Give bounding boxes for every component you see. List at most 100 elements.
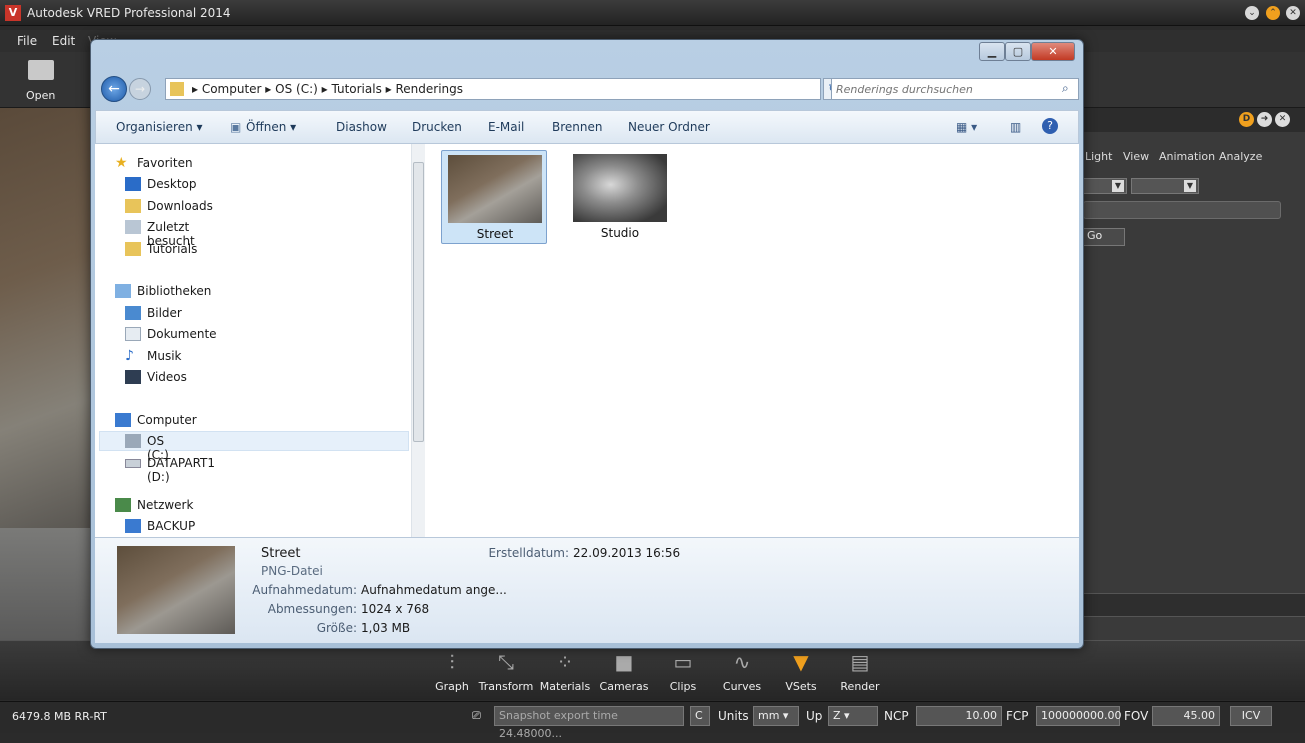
panel-bottom-bar: [1083, 593, 1305, 617]
file-tile-studio[interactable]: Studio: [567, 150, 673, 244]
search-box[interactable]: ⌕: [831, 78, 1079, 100]
taken-value[interactable]: Aufnahmedatum ange...: [361, 583, 507, 597]
open-dropdown-button[interactable]: Öffnen ▾: [246, 120, 296, 134]
size-label: Größe:: [316, 621, 357, 635]
file-list: Street Studio: [425, 144, 1079, 537]
module-clips[interactable]: ▭ Clips: [653, 650, 713, 693]
right-panel: D ➜ ✕ Light View Animation Analyze ▼ ▼ G…: [1082, 108, 1305, 663]
module-curves[interactable]: ∿ Curves: [712, 650, 772, 693]
menu-file[interactable]: File: [17, 34, 37, 48]
memory-readout: 6479.8 MB RR-RT: [12, 710, 107, 723]
preview-thumbnail: [117, 546, 235, 634]
fcp-input[interactable]: 100000000.00: [1036, 706, 1121, 726]
transform-icon: ⤡: [498, 650, 514, 674]
c-button[interactable]: C: [690, 706, 710, 726]
module-graph[interactable]: ⫶ Graph: [422, 650, 482, 693]
vred-logo-icon: V: [5, 5, 21, 21]
drive-icon: [125, 459, 141, 468]
detail-file-name: Street: [261, 546, 301, 561]
view-options-icon[interactable]: ▦ ▾: [956, 120, 977, 134]
close-panel-icon[interactable]: ✕: [1275, 112, 1290, 127]
icv-button[interactable]: ICV: [1230, 706, 1272, 726]
music-icon: ♪: [125, 348, 134, 364]
go-button[interactable]: Go: [1083, 228, 1125, 246]
email-button[interactable]: E-Mail: [488, 120, 524, 134]
units-select[interactable]: mm ▾: [753, 706, 799, 726]
minimize-icon[interactable]: ⌄: [1245, 6, 1259, 20]
nav-selection-highlight: [99, 431, 409, 451]
address-bar[interactable]: ▸ Computer ▸ OS (C:) ▸ Tutorials ▸ Rende…: [165, 78, 821, 100]
folder-icon: [170, 82, 184, 96]
snapshot-status-field: Snapshot export time 24.48000...: [494, 706, 684, 740]
open-tool-button[interactable]: Open: [16, 56, 66, 104]
tab-light[interactable]: Light: [1085, 150, 1112, 163]
panel-header: D ➜ ✕: [1083, 108, 1305, 132]
search-icon[interactable]: ⌕: [1062, 81, 1069, 96]
status-bar: 6479.8 MB RR-RT ⎚ Snapshot export time 2…: [0, 701, 1305, 740]
panel-combo-1[interactable]: ▼: [1083, 178, 1127, 194]
downloads-folder-icon: [125, 199, 141, 213]
burn-button[interactable]: Brennen: [552, 120, 602, 134]
dialog-minimize-button[interactable]: ▁: [979, 42, 1005, 61]
module-cameras[interactable]: ■ Cameras: [594, 650, 654, 693]
tab-animation[interactable]: Animation: [1159, 150, 1215, 163]
recent-places-icon: [125, 220, 141, 234]
app-titlebar: V Autodesk VRED Professional 2014 ⌄ ⌃ ✕: [0, 0, 1305, 26]
vsets-icon: ▼: [793, 650, 809, 674]
detail-file-type: PNG-Datei: [261, 564, 323, 578]
chevron-down-icon: ▼: [1112, 180, 1124, 192]
render-viewport[interactable]: [0, 108, 92, 663]
fov-label: FOV: [1124, 709, 1149, 723]
close-icon[interactable]: ✕: [1286, 6, 1300, 20]
nav-scrollbar[interactable]: [411, 144, 425, 537]
panel-input[interactable]: [1083, 201, 1281, 219]
module-render[interactable]: ▤ Render: [830, 650, 890, 693]
drive-icon: [125, 434, 141, 448]
ncp-input[interactable]: 10.00: [916, 706, 1002, 726]
menu-edit[interactable]: Edit: [52, 34, 75, 48]
restore-icon[interactable]: ⌃: [1266, 6, 1280, 20]
studio-thumbnail: [573, 154, 667, 222]
open-dropdown-icon: ▣: [230, 120, 242, 134]
tab-view[interactable]: View: [1123, 150, 1149, 163]
documents-icon: [125, 327, 141, 341]
libraries-icon: [115, 284, 131, 298]
file-tile-street[interactable]: Street: [441, 150, 547, 244]
preview-pane-icon[interactable]: ▥: [1010, 120, 1021, 134]
dialog-close-button[interactable]: ✕: [1031, 42, 1075, 61]
dialog-caption-buttons: ▁ ▢ ✕: [979, 42, 1075, 61]
computer-icon: [125, 519, 141, 533]
fcp-label: FCP: [1006, 709, 1029, 723]
up-axis-select[interactable]: Z ▾: [828, 706, 878, 726]
panel-combo-2[interactable]: ▼: [1131, 178, 1199, 194]
taken-label: Aufnahmedatum:: [252, 583, 357, 597]
created-value: 22.09.2013 16:56: [573, 546, 681, 560]
module-vsets[interactable]: ▼ VSets: [771, 650, 831, 693]
forward-button[interactable]: →: [129, 78, 151, 100]
dialog-maximize-button[interactable]: ▢: [1005, 42, 1031, 61]
street-thumbnail: [448, 155, 542, 223]
created-label: Erstelldatum:: [488, 546, 569, 560]
fov-input[interactable]: 45.00: [1152, 706, 1220, 726]
help-icon[interactable]: ?: [1042, 118, 1058, 134]
star-icon: ★: [115, 155, 128, 171]
forward-icon[interactable]: ➜: [1257, 112, 1272, 127]
tab-analyze[interactable]: Analyze: [1219, 150, 1277, 163]
address-row: ← → ▸ Computer ▸ OS (C:) ▸ Tutorials ▸ R…: [97, 74, 1079, 104]
navigation-pane: ★ Favoriten Desktop Downloads Zuletzt bes…: [95, 144, 425, 537]
print-button[interactable]: Drucken: [412, 120, 462, 134]
ncp-label: NCP: [884, 709, 909, 723]
module-materials[interactable]: ⁘ Materials: [535, 650, 595, 693]
search-input[interactable]: [836, 81, 1056, 97]
module-transform[interactable]: ⤡ Transform: [476, 650, 536, 693]
nav-scrollbar-thumb[interactable]: [413, 162, 424, 442]
snapshot-icon[interactable]: ⎚: [472, 709, 481, 723]
dock-icon[interactable]: D: [1239, 112, 1254, 127]
organize-button[interactable]: Organisieren ▾: [116, 120, 203, 134]
new-folder-button[interactable]: Neuer Ordner: [628, 120, 710, 134]
folder-icon: [125, 242, 141, 256]
back-button[interactable]: ←: [101, 76, 127, 102]
pictures-icon: [125, 306, 141, 320]
slideshow-button[interactable]: Diashow: [336, 120, 387, 134]
breadcrumb[interactable]: ▸ Computer ▸ OS (C:) ▸ Tutorials ▸ Rende…: [192, 82, 463, 96]
